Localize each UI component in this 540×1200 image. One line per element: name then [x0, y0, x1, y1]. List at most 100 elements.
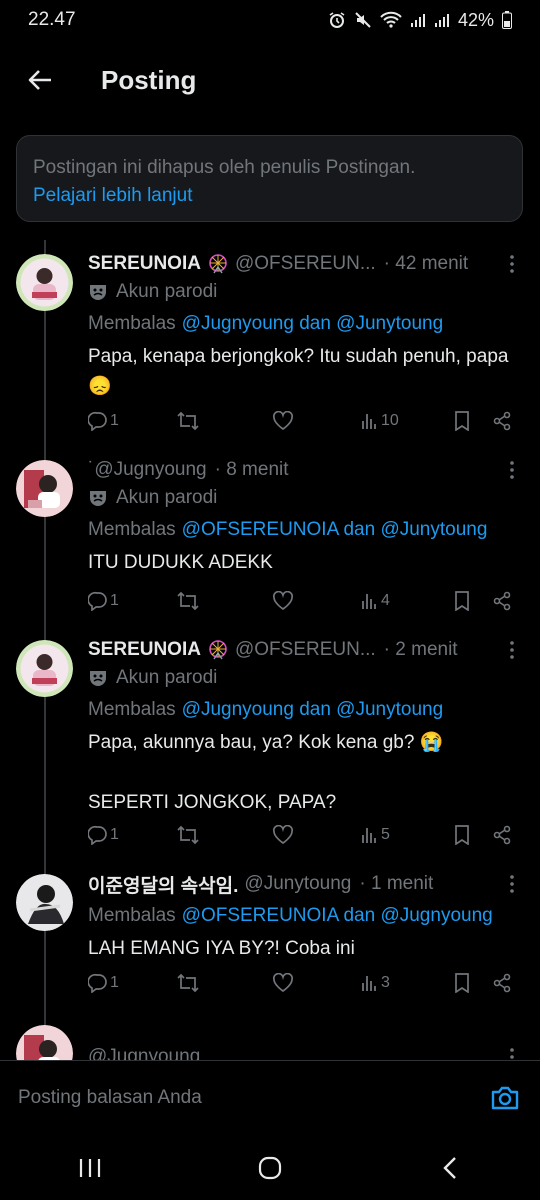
reply-icon: [88, 973, 107, 993]
share-button[interactable]: [492, 825, 512, 845]
avatar[interactable]: [16, 1025, 73, 1060]
bookmark-icon: [455, 825, 469, 845]
reply-tweet-partial[interactable]: @Jugnyoung: [0, 1025, 540, 1060]
like-icon: [272, 825, 294, 845]
reply-mentions[interactable]: @Jugnyoung dan @Junytoung: [182, 699, 443, 721]
battery-percent: 42%: [457, 9, 494, 30]
more-button[interactable]: [502, 636, 522, 664]
ferris-wheel-emoji-icon: [209, 254, 227, 274]
recents-button[interactable]: [60, 1143, 120, 1193]
share-button[interactable]: [492, 973, 512, 993]
timestamp: · 42 menit: [383, 253, 469, 274]
views-button[interactable]: 10: [361, 412, 399, 430]
parody-label: Akun parodi: [88, 664, 522, 692]
signal-icon-2: [434, 14, 449, 27]
back-button[interactable]: [0, 52, 80, 108]
alarm-icon: [329, 12, 345, 28]
reply-button[interactable]: 1: [88, 825, 119, 845]
parody-mask-icon: [90, 671, 106, 686]
reply-button[interactable]: 1: [88, 411, 119, 431]
page-title: Posting: [101, 64, 197, 95]
more-button[interactable]: [502, 1043, 522, 1060]
handle[interactable]: @Junytoung: [244, 873, 351, 895]
tweet-actions: 1 10: [88, 406, 520, 436]
more-icon: [510, 255, 514, 273]
replying-to-label: Membalas: [88, 519, 176, 540]
like-button[interactable]: [272, 825, 294, 845]
parody-text: Akun parodi: [116, 667, 218, 688]
avatar[interactable]: [16, 874, 73, 931]
bookmark-button[interactable]: [454, 411, 470, 431]
views-icon: [362, 594, 376, 609]
avatar[interactable]: [16, 460, 73, 517]
reply-mentions[interactable]: @OFSEREUNOIA dan @Junytoung: [182, 519, 488, 541]
avatar[interactable]: [16, 254, 73, 311]
views-icon: [362, 828, 376, 843]
handle[interactable]: @OFSEREUN...: [235, 639, 376, 661]
back-nav-button[interactable]: [420, 1143, 480, 1193]
tweet-actions: 1 5: [88, 820, 520, 850]
replying-to-label: Membalas: [88, 699, 176, 720]
share-button[interactable]: [492, 411, 512, 431]
tweet-actions: 1 4: [88, 586, 520, 616]
parody-label: Akun parodi: [88, 484, 522, 512]
bookmark-button[interactable]: [454, 973, 470, 993]
handle[interactable]: @OFSEREUN...: [235, 253, 376, 275]
repost-button[interactable]: [176, 973, 200, 993]
more-button[interactable]: [502, 456, 522, 484]
parody-text: Akun parodi: [116, 487, 218, 508]
tweet-body: SEREUNOIA @OFSEREUN... · 2 menit Akun pa…: [88, 636, 522, 818]
bookmark-button[interactable]: [454, 825, 470, 845]
repost-icon: [177, 591, 199, 611]
ferris-wheel-emoji-icon: [209, 640, 227, 660]
tweet-body: ˙@Jugnyoung · 8 menit Akun parodi Membal…: [88, 456, 522, 578]
reply-icon: [88, 825, 107, 845]
views-button[interactable]: 5: [361, 826, 390, 844]
status-bar: 22.47 42%: [0, 0, 540, 40]
wifi-icon: [380, 11, 402, 28]
reply-mentions[interactable]: @OFSEREUNOIA dan @Jugnyoung: [182, 905, 493, 927]
handle[interactable]: ˙@Jugnyoung: [88, 459, 207, 481]
camera-icon: [491, 1086, 519, 1110]
reply-mentions[interactable]: @Jugnyoung dan @Junytoung: [182, 313, 443, 335]
tweet-meta: ˙@Jugnyoung · 8 menit: [88, 456, 522, 484]
avatar[interactable]: [16, 640, 73, 697]
display-name[interactable]: 이준영달의 속삭임.: [88, 871, 238, 898]
repost-button[interactable]: [176, 591, 200, 611]
tweet-meta: @Jugnyoung: [88, 1043, 522, 1060]
replying-to: Membalas @Jugnyoung dan @Junytoung: [88, 694, 522, 726]
like-button[interactable]: [272, 411, 294, 431]
like-button[interactable]: [272, 973, 294, 993]
home-button[interactable]: [240, 1143, 300, 1193]
reply-count: 1: [110, 974, 119, 991]
repost-button[interactable]: [176, 825, 200, 845]
learn-more-link[interactable]: Pelajari lebih lanjut: [33, 182, 506, 210]
bookmark-button[interactable]: [454, 591, 470, 611]
share-icon: [493, 591, 511, 611]
share-button[interactable]: [492, 591, 512, 611]
bookmark-icon: [455, 973, 469, 993]
display-name[interactable]: SEREUNOIA: [88, 639, 201, 661]
repost-button[interactable]: [176, 411, 200, 431]
more-button[interactable]: [502, 250, 522, 278]
parody-text: Akun parodi: [116, 281, 218, 302]
mute-icon: [355, 12, 371, 28]
like-icon: [272, 411, 294, 431]
reply-button[interactable]: 1: [88, 973, 119, 993]
signal-icon-1: [410, 14, 425, 27]
reply-button[interactable]: 1: [88, 591, 119, 611]
camera-button[interactable]: [488, 1081, 522, 1115]
display-name[interactable]: SEREUNOIA: [88, 253, 201, 275]
more-button[interactable]: [502, 870, 522, 898]
replying-to: Membalas @OFSEREUNOIA dan @Jugnyoung: [88, 900, 522, 932]
reply-count: 1: [110, 412, 119, 429]
views-button[interactable]: 4: [361, 592, 390, 610]
like-button[interactable]: [272, 591, 294, 611]
tweet-meta: 이준영달의 속삭임. @Junytoung · 1 menit: [88, 870, 522, 898]
reply-input[interactable]: Posting balasan Anda: [18, 1087, 488, 1109]
handle[interactable]: @Jugnyoung: [88, 1046, 200, 1060]
tweet-body: @Jugnyoung: [88, 1043, 522, 1060]
reply-count: 1: [110, 826, 119, 843]
system-nav-bar: [0, 1135, 540, 1200]
views-button[interactable]: 3: [361, 974, 390, 992]
